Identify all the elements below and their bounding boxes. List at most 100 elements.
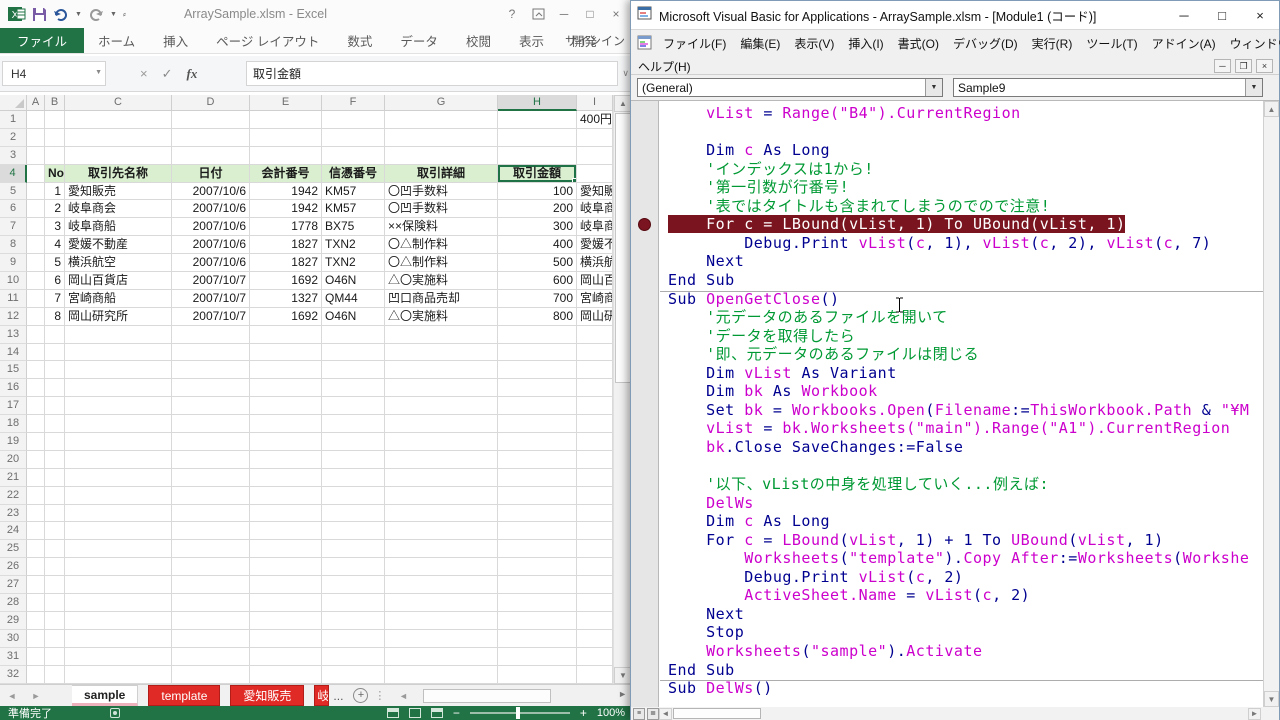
column-header-G[interactable]: G	[385, 95, 498, 111]
cell-E14[interactable]	[250, 344, 322, 362]
procedure-dropdown[interactable]: Sample9 ▼	[953, 78, 1263, 97]
cell-D5[interactable]: 2007/10/6	[172, 183, 250, 201]
cell-I8[interactable]: 愛媛不動産	[577, 236, 613, 254]
cell-C14[interactable]	[65, 344, 172, 362]
cell-E5[interactable]: 1942	[250, 183, 322, 201]
cell-G23[interactable]	[385, 505, 498, 523]
cell-B4[interactable]: No.	[45, 165, 65, 183]
cell-D10[interactable]: 2007/10/7	[172, 272, 250, 290]
cell-G19[interactable]	[385, 433, 498, 451]
cell-H12[interactable]: 800	[498, 308, 577, 326]
cell-B5[interactable]: 1	[45, 183, 65, 201]
cell-C1[interactable]	[65, 111, 172, 129]
row-header-20[interactable]: 20	[0, 451, 27, 469]
cell-D32[interactable]	[172, 666, 250, 684]
cell-H18[interactable]	[498, 415, 577, 433]
cell-G30[interactable]	[385, 630, 498, 648]
cell-F1[interactable]	[322, 111, 385, 129]
cell-E9[interactable]: 1827	[250, 254, 322, 272]
cell-D23[interactable]	[172, 505, 250, 523]
cell-F32[interactable]	[322, 666, 385, 684]
cell-G15[interactable]	[385, 361, 498, 379]
cell-D17[interactable]	[172, 397, 250, 415]
cell-I24[interactable]	[577, 522, 613, 540]
cell-E25[interactable]	[250, 540, 322, 558]
cell-G13[interactable]	[385, 326, 498, 344]
cell-H26[interactable]	[498, 558, 577, 576]
cell-G29[interactable]	[385, 612, 498, 630]
cell-H31[interactable]	[498, 648, 577, 666]
cell-B10[interactable]: 6	[45, 272, 65, 290]
code-line-4[interactable]: 'インデックスは1から!	[668, 160, 1263, 179]
cell-E6[interactable]: 1942	[250, 200, 322, 218]
cell-H10[interactable]: 600	[498, 272, 577, 290]
customize-qat-icon[interactable]: ⸗	[123, 9, 126, 19]
row-header-4[interactable]: 4	[0, 165, 27, 183]
cell-G11[interactable]: 凹口商品売却	[385, 290, 498, 308]
cell-F5[interactable]: KM57	[322, 183, 385, 201]
page-break-view-icon[interactable]	[431, 708, 443, 718]
cell-F2[interactable]	[322, 129, 385, 147]
cell-G4[interactable]: 取引詳細	[385, 165, 498, 183]
cell-H6[interactable]: 200	[498, 200, 577, 218]
undo-icon[interactable]	[53, 7, 69, 21]
cell-I21[interactable]	[577, 469, 613, 487]
cell-F17[interactable]	[322, 397, 385, 415]
child-close-icon[interactable]: ×	[1256, 59, 1273, 73]
cell-F23[interactable]	[322, 505, 385, 523]
code-line-32[interactable]: Sub DelWs()	[668, 679, 1263, 698]
cell-I16[interactable]	[577, 379, 613, 397]
cell-I17[interactable]	[577, 397, 613, 415]
cell-H4[interactable]: 取引金額	[498, 165, 577, 183]
insert-function-icon[interactable]: fx	[187, 66, 198, 82]
excel-logo-icon[interactable]: X	[8, 5, 26, 23]
cell-F21[interactable]	[322, 469, 385, 487]
cell-A12[interactable]	[27, 308, 45, 326]
sheet-tab-愛知販売[interactable]: 愛知販売	[230, 685, 304, 706]
redo-dropdown-icon[interactable]: ▼	[110, 11, 117, 18]
cell-F25[interactable]	[322, 540, 385, 558]
cell-F7[interactable]: BX75	[322, 218, 385, 236]
row-header-26[interactable]: 26	[0, 558, 27, 576]
cell-I5[interactable]: 愛知販売	[577, 183, 613, 201]
cell-H3[interactable]	[498, 147, 577, 165]
row-header-11[interactable]: 11	[0, 290, 27, 308]
cell-A6[interactable]	[27, 200, 45, 218]
code-line-31[interactable]: End Sub	[668, 661, 1263, 680]
cell-H22[interactable]	[498, 487, 577, 505]
cell-E21[interactable]	[250, 469, 322, 487]
code-line-30[interactable]: Worksheets("sample").Activate	[668, 642, 1263, 661]
cell-B25[interactable]	[45, 540, 65, 558]
cell-B31[interactable]	[45, 648, 65, 666]
cell-B30[interactable]	[45, 630, 65, 648]
cell-D14[interactable]	[172, 344, 250, 362]
cell-H7[interactable]: 300	[498, 218, 577, 236]
cell-C29[interactable]	[65, 612, 172, 630]
column-header-D[interactable]: D	[172, 95, 250, 111]
cell-E31[interactable]	[250, 648, 322, 666]
cell-E30[interactable]	[250, 630, 322, 648]
cell-A1[interactable]	[27, 111, 45, 129]
cell-G1[interactable]	[385, 111, 498, 129]
breakpoint-margin[interactable]	[631, 101, 659, 707]
code-line-9[interactable]: Next	[668, 252, 1263, 271]
cell-I2[interactable]	[577, 129, 613, 147]
cell-B21[interactable]	[45, 469, 65, 487]
cell-C7[interactable]: 岐阜商船	[65, 218, 172, 236]
cell-I29[interactable]	[577, 612, 613, 630]
code-line-26[interactable]: Debug.Print vList(c, 2)	[668, 568, 1263, 587]
cell-B15[interactable]	[45, 361, 65, 379]
formula-input[interactable]: 取引金額	[246, 61, 618, 86]
cell-C4[interactable]: 取引先名称	[65, 165, 172, 183]
cell-G31[interactable]	[385, 648, 498, 666]
cell-G26[interactable]	[385, 558, 498, 576]
cell-E17[interactable]	[250, 397, 322, 415]
cell-A21[interactable]	[27, 469, 45, 487]
select-all-corner[interactable]	[0, 95, 27, 111]
cell-B20[interactable]	[45, 451, 65, 469]
cell-D7[interactable]: 2007/10/6	[172, 218, 250, 236]
cell-I20[interactable]	[577, 451, 613, 469]
maximize-button[interactable]: □	[1203, 1, 1241, 29]
row-header-6[interactable]: 6	[0, 200, 27, 218]
row-header-19[interactable]: 19	[0, 433, 27, 451]
